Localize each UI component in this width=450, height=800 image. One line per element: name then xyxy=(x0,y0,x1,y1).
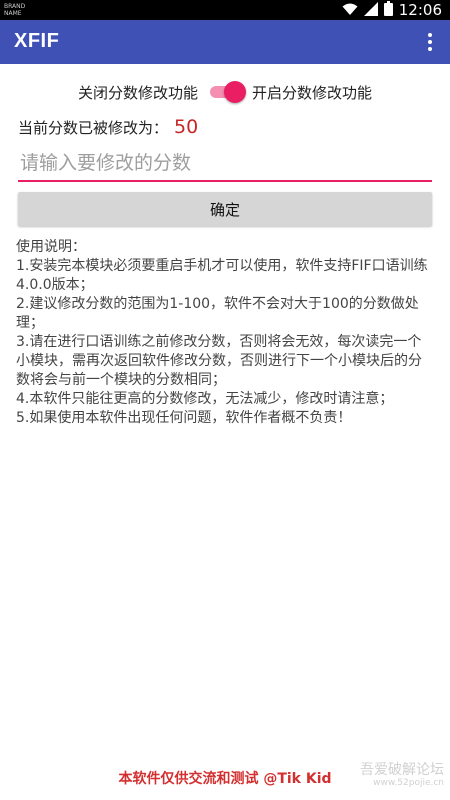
instructions: 使用说明： 1.安装完本模块必须要重启手机才可以使用，软件支持FIF口语训练4.… xyxy=(16,238,432,428)
more-vertical-icon-dot xyxy=(428,47,432,51)
wifi-icon xyxy=(342,1,358,20)
current-score-label: 当前分数已被修改为： xyxy=(18,119,169,137)
score-input-wrapper xyxy=(18,148,436,182)
current-score-row: 当前分数已被修改为： 50 xyxy=(18,116,198,142)
instruction-item: 1.安装完本模块必须要重启手机才可以使用，软件支持FIF口语训练4.0.0版本； xyxy=(16,258,428,293)
toggle-on-label: 开启分数修改功能 xyxy=(252,83,373,102)
confirm-button[interactable]: 确定 xyxy=(18,192,432,226)
instruction-item: 3.请在进行口语训练之前修改分数，否则将会无效，每次读完一个小模块，需再次返回软… xyxy=(16,334,422,388)
status-bar: BRAND NAME 12:06 xyxy=(0,0,450,20)
signal-icon xyxy=(363,1,378,20)
more-vertical-icon xyxy=(428,33,432,37)
app-title: XFIF xyxy=(14,30,60,52)
instruction-item: 5.如果使用本软件出现任何问题，软件作者概不负责！ xyxy=(16,410,352,426)
switch-thumb xyxy=(224,81,246,103)
overflow-menu-button[interactable] xyxy=(420,30,440,54)
status-icons: 12:06 xyxy=(342,0,442,20)
score-modify-switch[interactable] xyxy=(210,81,246,103)
footer-disclaimer: 本软件仅供交流和测试 @Tik Kid xyxy=(118,771,332,787)
app-bar: XFIF xyxy=(0,20,450,64)
status-time: 12:06 xyxy=(398,1,442,19)
instructions-title: 使用说明： xyxy=(16,239,86,255)
score-modify-toggle-row: 关闭分数修改功能 开启分数修改功能 xyxy=(0,78,450,106)
status-brand-text: BRAND NAME xyxy=(4,3,26,17)
battery-icon xyxy=(383,0,393,20)
toggle-off-label: 关闭分数修改功能 xyxy=(77,83,198,102)
instruction-item: 2.建议修改分数的范围为1-100，软件不会对大于100的分数做处理； xyxy=(16,296,419,331)
instruction-item: 4.本软件只能往更高的分数修改，无法减少，修改时请注意； xyxy=(16,391,394,407)
current-score-value: 50 xyxy=(174,116,199,138)
more-vertical-icon-dot xyxy=(428,40,432,44)
score-input[interactable] xyxy=(18,148,436,178)
